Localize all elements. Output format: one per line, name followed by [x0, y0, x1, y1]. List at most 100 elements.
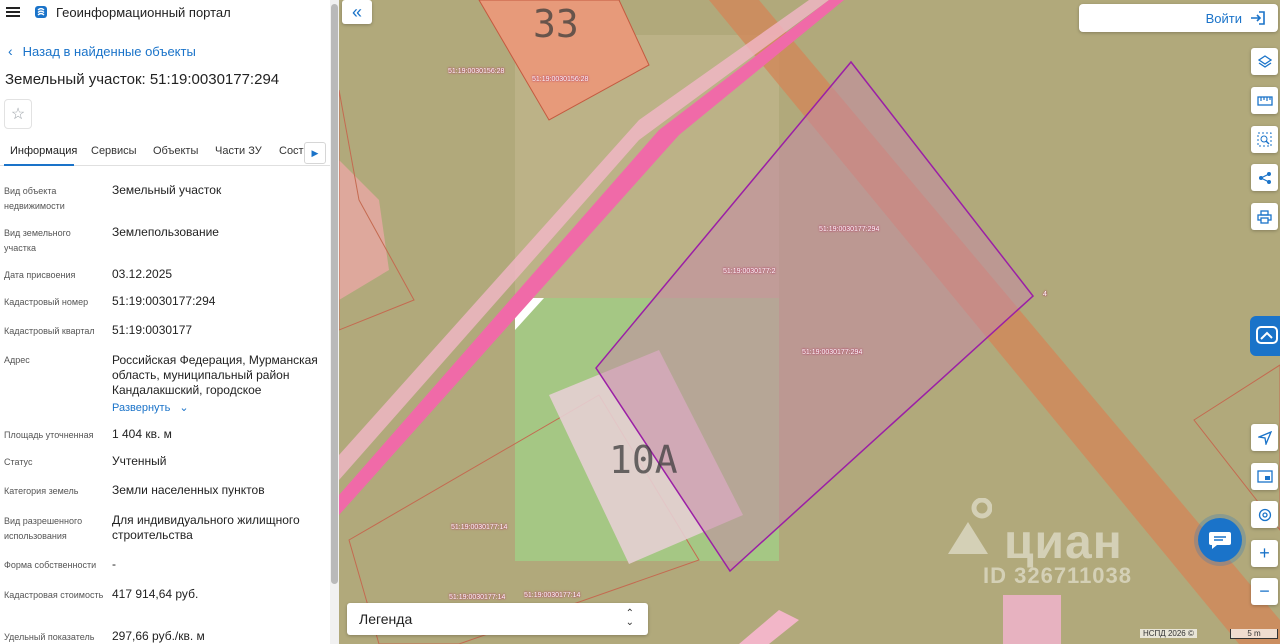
object-tabs: Информация Сервисы Объекты Части ЗУ Сост… — [0, 140, 330, 166]
prop-value-land-type: Землепользование — [112, 225, 219, 239]
print-button[interactable] — [1251, 203, 1278, 230]
prop-value-cadastral-value: 417 914,64 руб. — [112, 587, 199, 601]
geo-search-icon — [1258, 508, 1271, 521]
tabs-scroll-right-button[interactable]: ▶ — [304, 142, 326, 164]
prop-label-cadastral-value: Кадастровая стоимость — [4, 590, 104, 600]
prop-label-cadastral-quarter: Кадастровый квартал — [4, 326, 95, 336]
zoom-in-button[interactable]: + — [1251, 540, 1278, 567]
menu-icon[interactable] — [6, 7, 20, 17]
prop-value-area: 1 404 кв. м — [112, 427, 172, 441]
prop-label-land-type: Вид земельного участка — [4, 228, 71, 253]
map-canvas[interactable]: 33 10А 51:19:0030156:28 51:19:0030156:28… — [339, 0, 1280, 644]
prop-label-unit-value: Удельный показатель — [4, 632, 95, 642]
prop-value-unit-value: 297,66 руб./кв. м — [112, 629, 205, 643]
house-number-label: 33 — [533, 2, 579, 46]
active-tab-indicator — [4, 164, 74, 166]
chevron-down-icon: ⌄ — [179, 402, 189, 414]
left-parcel-fragment — [339, 160, 389, 300]
prop-label-land-category: Категория земель — [4, 486, 79, 496]
favorite-button[interactable]: ☆ — [4, 99, 32, 129]
double-chevron-left-icon: « — [351, 1, 362, 22]
tab-info[interactable]: Информация — [10, 145, 77, 157]
cadastral-label: 51:19:0030177:14 — [451, 524, 508, 531]
tab-land-parts[interactable]: Части ЗУ — [215, 145, 262, 157]
collapse-sidebar-button[interactable]: « — [342, 0, 372, 24]
prop-value-land-category: Земли населенных пунктов — [112, 483, 265, 497]
tab-objects[interactable]: Объекты — [153, 145, 198, 157]
login-icon — [1251, 11, 1265, 25]
expand-label: Развернуть — [112, 402, 171, 414]
login-label: Войти — [1205, 10, 1242, 26]
expand-address-link[interactable]: Развернуть ⌄ — [112, 401, 189, 414]
cadastral-label: 51:19:0030177:14 — [449, 594, 506, 601]
watermark-id: ID 326711038 — [983, 563, 1133, 588]
back-to-results-link[interactable]: ‹ Назад в найденные объекты — [8, 43, 196, 59]
prop-value-object-type: Земельный участок — [112, 183, 222, 197]
info-sidebar: Геоинформационный портал ‹ Назад в найде… — [0, 0, 330, 644]
caret-right-icon: ▶ — [311, 147, 319, 158]
prop-label-assign-date: Дата присвоения — [4, 270, 76, 280]
portal-header: Геоинформационный портал — [0, 0, 330, 24]
cadastral-label: 51:19:0030177:294 — [819, 226, 880, 233]
prop-value-cadastral-quarter: 51:19:0030177 — [112, 323, 193, 337]
locate-button[interactable] — [1251, 424, 1278, 451]
ruler-icon — [1256, 95, 1273, 106]
geo-search-button[interactable] — [1251, 501, 1278, 528]
cadastral-label: 51:19:0030177:14 — [524, 592, 581, 599]
cadastral-label: 51:19:0030156:28 — [532, 76, 589, 83]
prop-label-area: Площадь уточненная — [4, 430, 94, 440]
cadastral-label: 51:19:0030156:28 — [448, 68, 505, 75]
prop-label-object-type: Вид объекта недвижимости — [4, 186, 65, 211]
cadastral-label: 51:19:0030177:2 — [723, 268, 776, 275]
prop-value-status: Учтенный — [112, 454, 167, 468]
prop-label-address: Адрес — [4, 355, 30, 365]
map-layers — [339, 0, 1280, 644]
minimap-icon — [1256, 470, 1273, 483]
feedback-button[interactable] — [1250, 316, 1280, 356]
map-attribution: НСПД 2026 © — [1140, 629, 1197, 638]
prop-label-status: Статус — [4, 457, 33, 467]
legend-label: Легенда — [359, 611, 413, 627]
object-title: Земельный участок: 51:19:0030177:294 — [5, 71, 280, 88]
prop-value-ownership: - — [112, 557, 116, 571]
map-scale: 5 m — [1230, 629, 1278, 639]
expand-collapse-icon: ⌃ ⌄ — [625, 608, 634, 628]
zoom-out-button[interactable]: − — [1251, 578, 1278, 605]
cadastral-label: 4 — [1043, 291, 1047, 298]
watermark-text: циан — [1004, 516, 1123, 569]
minimap-button[interactable] — [1251, 463, 1278, 490]
chat-button[interactable] — [1198, 518, 1242, 562]
prop-value-permitted-use: Для индивидуального жилищного строительс… — [112, 513, 300, 542]
measure-button[interactable] — [1251, 87, 1278, 114]
share-icon — [1258, 171, 1271, 184]
tab-services[interactable]: Сервисы — [91, 145, 137, 157]
select-area-button[interactable] — [1251, 126, 1278, 153]
locate-icon — [1257, 430, 1272, 445]
sidebar-scrollbar[interactable] — [330, 0, 339, 644]
back-link-label: Назад в найденные объекты — [22, 43, 196, 59]
portal-title: Геоинформационный портал — [56, 4, 231, 20]
zoom-in-icon: + — [1259, 543, 1270, 563]
login-button[interactable]: Войти — [1079, 4, 1278, 32]
prop-value-address: Российская Федерация, Мурманская область… — [112, 353, 318, 397]
house-number-label: 10А — [609, 438, 678, 482]
prop-label-cadastral-number: Кадастровый номер — [4, 297, 89, 307]
legend-dropdown[interactable]: Легенда ⌃ ⌄ — [347, 603, 648, 635]
print-icon — [1257, 209, 1272, 224]
layers-button[interactable] — [1251, 48, 1278, 75]
chevron-left-icon: ‹ — [8, 43, 13, 59]
prop-label-ownership: Форма собственности — [4, 560, 97, 570]
feedback-icon — [1256, 326, 1278, 344]
layers-icon — [1257, 54, 1272, 68]
star-icon: ☆ — [10, 106, 26, 123]
share-button[interactable] — [1251, 164, 1278, 191]
bottom-road-fragment — [739, 610, 799, 644]
scrollbar-thumb[interactable] — [331, 4, 338, 584]
prop-value-assign-date: 03.12.2025 — [112, 267, 173, 281]
zoom-out-icon: − — [1259, 581, 1270, 601]
select-area-icon — [1257, 132, 1272, 147]
chat-icon — [1209, 532, 1231, 549]
app-root: Геоинформационный портал ‹ Назад в найде… — [0, 0, 1280, 644]
prop-value-cadastral-number: 51:19:0030177:294 — [112, 294, 216, 308]
cadastral-label: 51:19:0030177:294 — [802, 349, 863, 356]
